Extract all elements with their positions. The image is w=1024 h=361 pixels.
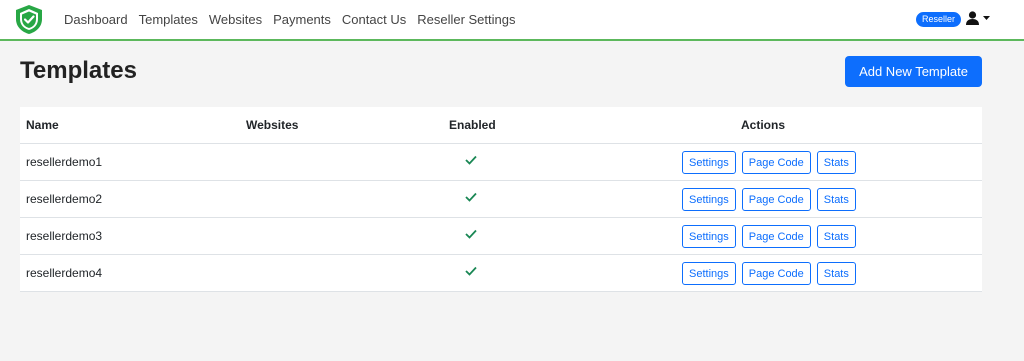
nav-link-websites[interactable]: Websites bbox=[209, 12, 262, 27]
row-actions: Settings Page Code Stats bbox=[682, 262, 862, 285]
table-row: resellerdemo1 Settings Page Code Stats bbox=[20, 144, 982, 181]
template-name: resellerdemo4 bbox=[26, 266, 103, 280]
shield-check-icon[interactable] bbox=[14, 4, 44, 35]
settings-button[interactable]: Settings bbox=[682, 225, 736, 248]
role-badge: Reseller bbox=[916, 12, 962, 27]
row-actions: Settings Page Code Stats bbox=[682, 151, 862, 174]
caret-down-icon bbox=[983, 16, 990, 20]
page-code-button[interactable]: Page Code bbox=[741, 188, 811, 211]
column-header-actions: Actions bbox=[741, 118, 786, 132]
template-name: resellerdemo3 bbox=[26, 229, 103, 243]
row-actions: Settings Page Code Stats bbox=[682, 225, 862, 248]
user-icon bbox=[966, 11, 979, 25]
page-title: Templates bbox=[20, 57, 137, 84]
settings-button[interactable]: Settings bbox=[682, 151, 736, 174]
settings-button[interactable]: Settings bbox=[682, 188, 736, 211]
navbar: Dashboard Templates Websites Payments Co… bbox=[0, 0, 1024, 41]
check-icon bbox=[465, 229, 477, 239]
column-header-name: Name bbox=[26, 118, 59, 132]
nav-link-templates[interactable]: Templates bbox=[139, 12, 198, 27]
check-icon bbox=[465, 155, 477, 165]
stats-button[interactable]: Stats bbox=[816, 188, 856, 211]
stats-button[interactable]: Stats bbox=[816, 151, 856, 174]
table-header-row: Name Websites Enabled Actions bbox=[20, 107, 982, 144]
table-row: resellerdemo2 Settings Page Code Stats bbox=[20, 181, 982, 218]
stats-button[interactable]: Stats bbox=[816, 225, 856, 248]
template-name: resellerdemo1 bbox=[26, 155, 103, 169]
templates-table: Name Websites Enabled Actions resellerde… bbox=[20, 107, 982, 292]
table-row: resellerdemo4 Settings Page Code Stats bbox=[20, 255, 982, 292]
stats-button[interactable]: Stats bbox=[816, 262, 856, 285]
check-icon bbox=[465, 192, 477, 202]
column-header-enabled: Enabled bbox=[449, 118, 496, 132]
nav-link-dashboard[interactable]: Dashboard bbox=[64, 12, 128, 27]
column-header-websites: Websites bbox=[246, 118, 299, 132]
page-code-button[interactable]: Page Code bbox=[741, 262, 811, 285]
row-actions: Settings Page Code Stats bbox=[682, 188, 862, 211]
nav-link-contact-us[interactable]: Contact Us bbox=[342, 12, 406, 27]
template-name: resellerdemo2 bbox=[26, 192, 103, 206]
nav-link-payments[interactable]: Payments bbox=[273, 12, 331, 27]
add-new-template-button[interactable]: Add New Template bbox=[845, 56, 982, 87]
page-code-button[interactable]: Page Code bbox=[741, 225, 811, 248]
main-nav: Dashboard Templates Websites Payments Co… bbox=[64, 12, 527, 27]
nav-link-reseller-settings[interactable]: Reseller Settings bbox=[417, 12, 515, 27]
page-code-button[interactable]: Page Code bbox=[741, 151, 811, 174]
settings-button[interactable]: Settings bbox=[682, 262, 736, 285]
table-row: resellerdemo3 Settings Page Code Stats bbox=[20, 218, 982, 255]
check-icon bbox=[465, 266, 477, 276]
user-menu[interactable] bbox=[966, 11, 990, 25]
